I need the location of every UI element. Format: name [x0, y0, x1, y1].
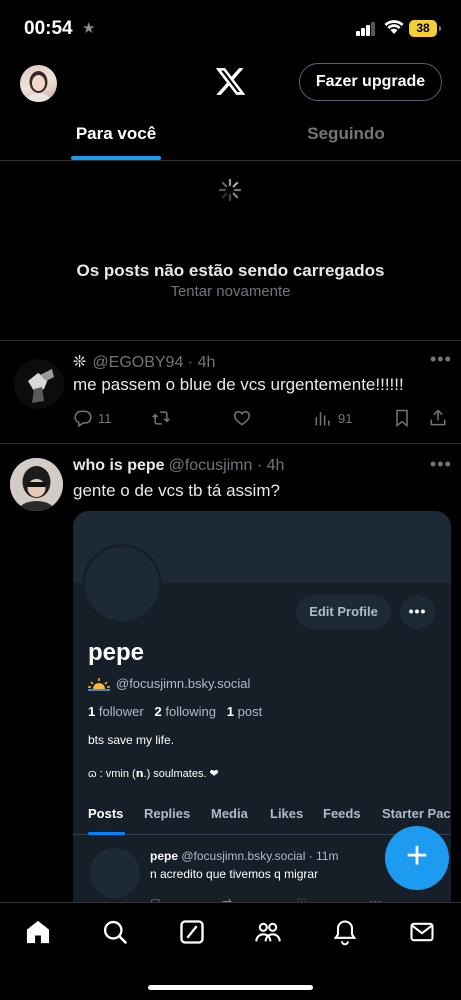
profile-tab-media: Media — [211, 806, 248, 821]
nav-grok[interactable] — [178, 918, 208, 948]
nav-notifications[interactable] — [331, 918, 361, 948]
timeline-tabs: Para você Seguindo — [0, 110, 461, 161]
tweet-author-name[interactable]: who is pepe — [73, 457, 165, 474]
tweet-text: gente o de vcs tb tá assim? — [73, 481, 280, 500]
post-avatar-placeholder — [90, 848, 140, 898]
profile-tab-feeds: Feeds — [323, 806, 361, 821]
active-tab-indicator — [71, 156, 161, 160]
sunrise-icon — [88, 678, 110, 691]
heart-icon — [233, 410, 251, 426]
share-icon — [430, 409, 446, 426]
share-button[interactable] — [428, 408, 448, 428]
tweet-actions: 11 91 — [73, 408, 453, 432]
focus-star-icon: ★ — [82, 20, 96, 37]
nav-communities[interactable] — [254, 918, 284, 948]
tweet[interactable]: ❊ @EGOBY94 · 4h me passem o blue de vcs u… — [0, 341, 461, 444]
profile-stats: 1 follower 2 following 1 post — [88, 704, 262, 719]
following-count: 2 — [154, 704, 162, 719]
sparkle-icon: ❊ — [73, 354, 87, 371]
bottom-nav — [0, 902, 461, 1000]
profile-tab-replies: Replies — [144, 806, 191, 821]
profile-bio: bts save my life. — [88, 733, 175, 747]
x-logo-icon[interactable] — [214, 65, 247, 98]
followers-count: 1 — [88, 704, 96, 719]
tweet-text: me passem o blue de vcs urgentemente!!!!… — [73, 375, 404, 394]
bookmark-icon — [396, 409, 408, 427]
tweet-avatar[interactable] — [10, 458, 63, 511]
tweet-handle[interactable]: @focusjimn · 4h — [169, 457, 285, 474]
nav-search[interactable] — [101, 918, 131, 948]
tab-for-you[interactable]: Para você — [60, 110, 172, 160]
profile-tab-posts: Posts — [88, 806, 124, 821]
cell-signal-icon — [356, 22, 376, 36]
more-options-icon[interactable]: ••• — [430, 349, 452, 370]
notifications-icon — [333, 920, 357, 946]
profile-handle-row: @focusjimn.bsky.social — [88, 676, 250, 691]
profile-tab-likes: Likes — [270, 806, 304, 821]
profile-name: pepe — [88, 639, 145, 666]
tweet-handle[interactable]: @EGOBY94 · 4h — [92, 354, 215, 371]
profile-more-icon: ••• — [400, 595, 435, 629]
edit-profile-button: Edit Profile — [296, 595, 391, 629]
grok-icon — [180, 920, 204, 944]
status-bar: 00:54 ★ 38 — [0, 0, 461, 56]
tab-following[interactable]: Seguindo — [290, 110, 402, 160]
user-photo-icon — [10, 458, 63, 511]
top-header: Fazer upgrade — [0, 56, 461, 110]
profile-bio-line: ɷ : vmin (𝗻.) soulmates. ❤ — [88, 768, 219, 780]
more-options-icon[interactable]: ••• — [430, 454, 452, 475]
battery-indicator: 38 — [409, 20, 441, 37]
status-time: 00:54 — [24, 18, 73, 39]
repost-icon — [152, 411, 170, 425]
profile-photo-icon — [26, 71, 51, 102]
profile-avatar[interactable] — [20, 65, 57, 102]
wifi-icon — [384, 20, 404, 34]
views-chart-icon — [315, 412, 330, 426]
tweet-header: ❊ @EGOBY94 · 4h — [73, 352, 215, 372]
post-handle: @focusjimn.bsky.social · 11m — [181, 849, 339, 863]
post-text: n acredito que tivemos q migrar — [150, 867, 319, 881]
load-error-block: Os posts não estão sendo carregados Tent… — [0, 161, 461, 341]
nav-messages[interactable] — [408, 918, 438, 948]
profile-tab-starter-packs: Starter Pac — [382, 806, 451, 821]
reply-count: 11 — [98, 410, 112, 426]
tweet-header: who is pepe @focusjimn · 4h — [73, 457, 284, 475]
search-icon — [103, 920, 127, 944]
profile-handle: @focusjimn.bsky.social — [116, 676, 251, 691]
followers-label: follower — [98, 704, 144, 719]
post-header: pepe @focusjimn.bsky.social · 11m — [150, 849, 338, 863]
tweet[interactable]: who is pepe @focusjimn · 4h gente o de vc… — [0, 444, 461, 911]
loading-spinner-icon — [218, 178, 242, 202]
bookmark-button[interactable] — [392, 408, 412, 428]
messages-icon — [410, 922, 434, 942]
posts-label: post — [237, 704, 263, 719]
profile-tabs: Posts Replies Media Likes Feeds Starter … — [73, 801, 451, 835]
communities-icon — [255, 922, 281, 942]
tweet-avatar[interactable] — [14, 359, 64, 409]
repost-button[interactable] — [151, 408, 171, 428]
profile-avatar-placeholder — [82, 544, 162, 624]
home-icon — [26, 920, 50, 944]
following-label: following — [165, 704, 216, 719]
views-button[interactable]: 91 — [313, 408, 352, 428]
like-button[interactable] — [232, 408, 252, 428]
post-author: pepe — [150, 849, 179, 863]
compose-fab-button[interactable]: + — [385, 826, 449, 890]
user-photo-icon — [14, 359, 64, 409]
nav-home[interactable] — [24, 918, 54, 948]
profile-tab-indicator — [88, 832, 125, 835]
home-indicator — [148, 985, 313, 990]
reply-button[interactable]: 11 — [73, 408, 112, 428]
reply-icon — [74, 410, 92, 428]
error-title: Os posts não estão sendo carregados — [76, 261, 385, 280]
retry-link[interactable]: Tentar novamente — [0, 283, 461, 300]
view-count: 91 — [338, 410, 353, 426]
upgrade-button[interactable]: Fazer upgrade — [299, 63, 442, 101]
posts-count: 1 — [226, 704, 235, 719]
